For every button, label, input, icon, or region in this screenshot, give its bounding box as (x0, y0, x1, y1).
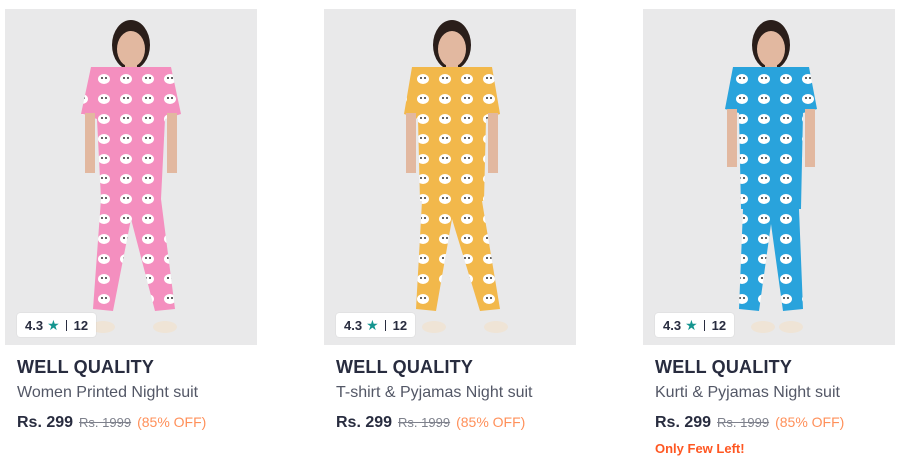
product-brand[interactable]: WELL QUALITY (17, 357, 154, 378)
product-title[interactable]: Kurti & Pyjamas Night suit (655, 384, 840, 402)
rating-count: 12 (711, 317, 727, 333)
product-title[interactable]: Women Printed Night suit (17, 384, 198, 402)
product-discount: (85% OFF) (137, 414, 207, 430)
rating-value: 4.3 (663, 317, 682, 333)
product-discount: (85% OFF) (456, 414, 526, 430)
rating-badge: 4.3 ★ 12 (655, 313, 735, 337)
star-icon: ★ (366, 316, 379, 333)
product-mrp: Rs. 1999 (717, 415, 770, 430)
rating-value: 4.3 (25, 317, 44, 333)
rating-divider (65, 319, 67, 331)
stock-note: Only Few Left! (655, 441, 745, 456)
product-title[interactable]: T-shirt & Pyjamas Night suit (336, 384, 533, 402)
product-price: Rs. 299 (17, 414, 74, 431)
rating-value: 4.3 (344, 317, 363, 333)
price-row: Rs. 299 Rs. 1999 (85% OFF) (336, 414, 525, 432)
product-image[interactable]: 4.3 ★ 12 (5, 9, 257, 345)
product-image[interactable]: 4.3 ★ 12 (324, 9, 576, 345)
product-card[interactable]: 4.3 ★ 12 WELL QUALITY Women Printed Nigh… (5, 0, 257, 455)
product-card[interactable]: 4.3 ★ 12 WELL QUALITY T-shirt & Pyjamas … (324, 0, 576, 455)
product-card[interactable]: 4.3 ★ 12 WELL QUALITY Kurti & Pyjamas Ni… (643, 0, 895, 456)
price-row: Rs. 299 Rs. 1999 (85% OFF) (17, 414, 206, 432)
product-mrp: Rs. 1999 (79, 415, 132, 430)
product-discount: (85% OFF) (775, 414, 845, 430)
rating-divider (703, 319, 705, 331)
rating-count: 12 (73, 317, 89, 333)
product-mrp: Rs. 1999 (398, 415, 451, 430)
star-icon: ★ (685, 316, 698, 333)
product-price: Rs. 299 (336, 414, 393, 431)
rating-badge: 4.3 ★ 12 (336, 313, 416, 337)
product-image[interactable]: 4.3 ★ 12 (643, 9, 895, 345)
product-price: Rs. 299 (655, 414, 712, 431)
rating-count: 12 (392, 317, 408, 333)
star-icon: ★ (47, 316, 60, 333)
rating-badge: 4.3 ★ 12 (17, 313, 97, 337)
price-row: Rs. 299 Rs. 1999 (85% OFF) (655, 414, 844, 432)
product-brand[interactable]: WELL QUALITY (655, 357, 792, 378)
rating-divider (384, 319, 386, 331)
product-brand[interactable]: WELL QUALITY (336, 357, 473, 378)
